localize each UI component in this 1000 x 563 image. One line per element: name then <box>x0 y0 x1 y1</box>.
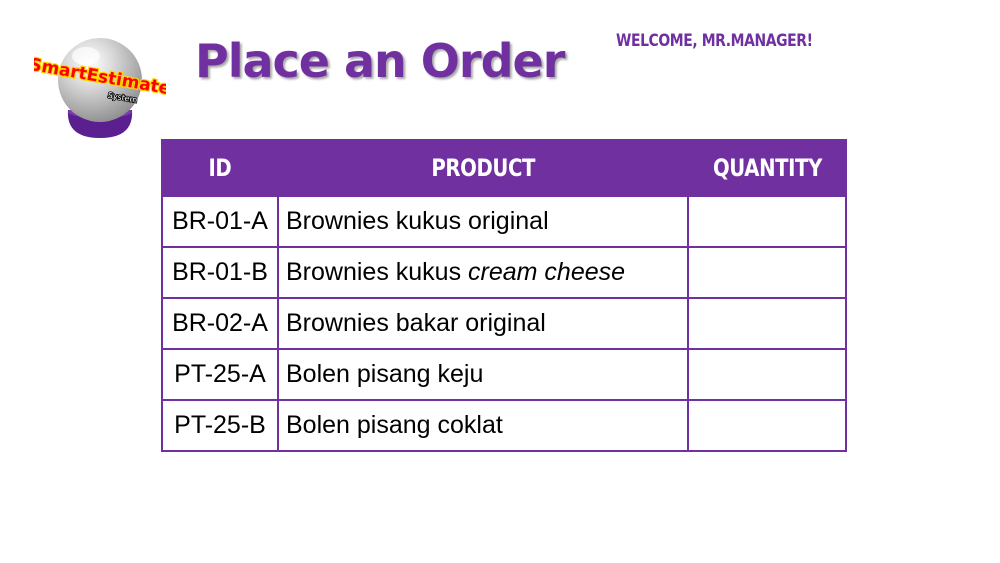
smartestimate-logo: SmartEstimate System <box>34 38 166 138</box>
column-header-id: ID <box>161 139 279 197</box>
table-header-row: ID PRODUCT QUANTITY <box>161 139 847 197</box>
product-id: BR-01-B <box>161 246 279 299</box>
product-name: Brownies kukus original <box>277 195 689 248</box>
quantity-cell <box>687 348 847 401</box>
column-header-product: PRODUCT <box>277 139 689 197</box>
table-row: PT-25-A Bolen pisang keju <box>161 348 847 401</box>
product-name: Bolen pisang keju <box>277 348 689 401</box>
quantity-input[interactable] <box>690 402 844 449</box>
order-page: SmartEstimate System Place an Order WELC… <box>0 0 1000 563</box>
table-row: PT-25-B Bolen pisang coklat <box>161 399 847 452</box>
table-row: BR-01-B Brownies kukus cream cheese <box>161 246 847 299</box>
column-header-quantity: QUANTITY <box>687 139 847 197</box>
table-row: BR-01-A Brownies kukus original <box>161 195 847 248</box>
order-table: ID PRODUCT QUANTITY BR-01-A Brownies kuk… <box>161 139 847 452</box>
quantity-cell <box>687 195 847 248</box>
quantity-input[interactable] <box>690 249 844 296</box>
product-name: Brownies kukus cream cheese <box>277 246 689 299</box>
product-name: Bolen pisang coklat <box>277 399 689 452</box>
page-title: Place an Order <box>195 34 565 88</box>
quantity-input[interactable] <box>690 300 844 347</box>
table-row: BR-02-A Brownies bakar original <box>161 297 847 350</box>
quantity-input[interactable] <box>690 198 844 245</box>
product-id: BR-01-A <box>161 195 279 248</box>
welcome-message: WELCOME, MR.MANAGER! <box>616 31 813 51</box>
quantity-cell <box>687 399 847 452</box>
product-id: PT-25-A <box>161 348 279 401</box>
quantity-cell <box>687 246 847 299</box>
product-id: PT-25-B <box>161 399 279 452</box>
product-name: Brownies bakar original <box>277 297 689 350</box>
quantity-input[interactable] <box>690 351 844 398</box>
quantity-cell <box>687 297 847 350</box>
product-id: BR-02-A <box>161 297 279 350</box>
